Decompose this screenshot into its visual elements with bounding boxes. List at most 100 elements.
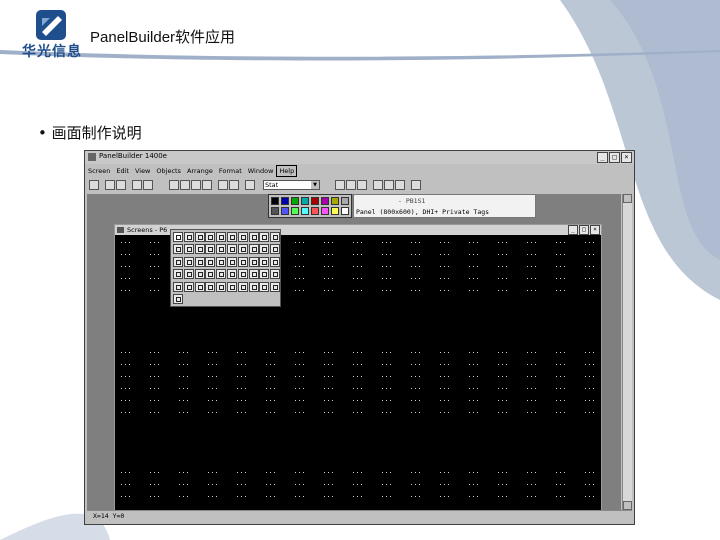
object-tool-icon[interactable] bbox=[227, 269, 237, 280]
color-swatch[interactable] bbox=[301, 207, 309, 215]
undo-icon[interactable] bbox=[218, 180, 228, 190]
color-swatch[interactable] bbox=[331, 197, 339, 205]
color-swatch[interactable] bbox=[291, 197, 299, 205]
object-tool-icon[interactable] bbox=[183, 256, 194, 267]
object-tool-icon[interactable] bbox=[183, 232, 194, 242]
chevron-down-icon[interactable]: ▼ bbox=[311, 181, 319, 189]
color-swatch[interactable] bbox=[341, 207, 349, 215]
object-tool-icon[interactable] bbox=[227, 281, 237, 292]
minimize-button[interactable]: _ bbox=[597, 152, 608, 163]
child-maximize-button[interactable]: □ bbox=[579, 225, 589, 235]
object-tool-icon[interactable] bbox=[270, 281, 281, 292]
object-tool-icon[interactable] bbox=[237, 256, 248, 267]
object-tool-icon[interactable] bbox=[216, 281, 227, 292]
menu-help[interactable]: Help bbox=[276, 165, 298, 177]
help-icon[interactable] bbox=[245, 180, 255, 190]
vertical-scrollbar[interactable] bbox=[622, 194, 632, 510]
redo-icon[interactable] bbox=[229, 180, 239, 190]
pointer-tool-icon[interactable] bbox=[173, 232, 183, 242]
object-tool-icon[interactable] bbox=[270, 232, 281, 242]
grid-icon[interactable] bbox=[357, 180, 367, 190]
object-tool-icon[interactable] bbox=[216, 244, 227, 255]
object-tool-icon[interactable] bbox=[270, 269, 281, 280]
paste-icon[interactable] bbox=[191, 180, 201, 190]
object-tool-icon[interactable] bbox=[173, 294, 183, 304]
object-tool-icon[interactable] bbox=[237, 269, 248, 280]
object-tool-icon[interactable] bbox=[216, 256, 227, 267]
object-tool-icon[interactable] bbox=[248, 244, 259, 255]
color-swatch[interactable] bbox=[271, 207, 279, 215]
object-tool-icon[interactable] bbox=[205, 269, 216, 280]
scroll-down-icon[interactable] bbox=[623, 501, 632, 510]
object-tool-icon[interactable] bbox=[205, 281, 216, 292]
object-tool-icon[interactable] bbox=[259, 269, 270, 280]
delete-icon[interactable] bbox=[202, 180, 212, 190]
object-tool-icon[interactable] bbox=[205, 256, 216, 267]
align-right-icon[interactable] bbox=[395, 180, 405, 190]
object-tool-icon[interactable] bbox=[183, 244, 194, 255]
object-tool-icon[interactable] bbox=[194, 256, 205, 267]
color-swatch[interactable] bbox=[321, 207, 329, 215]
object-tool-icon[interactable] bbox=[248, 256, 259, 267]
color-swatch[interactable] bbox=[301, 197, 309, 205]
color-swatch[interactable] bbox=[281, 197, 289, 205]
menu-view[interactable]: View bbox=[132, 165, 153, 177]
object-tool-icon[interactable] bbox=[259, 281, 270, 292]
color-swatch[interactable] bbox=[311, 207, 319, 215]
project-panel[interactable]: - PB1S1 Panel (800x600), DHI+ Private Ta… bbox=[353, 194, 536, 218]
save-icon[interactable] bbox=[116, 180, 126, 190]
menu-format[interactable]: Format bbox=[216, 165, 245, 177]
object-tool-icon[interactable] bbox=[237, 244, 248, 255]
align-left-icon[interactable] bbox=[373, 180, 383, 190]
close-button[interactable]: × bbox=[621, 152, 632, 163]
menu-objects[interactable]: Objects bbox=[153, 165, 184, 177]
object-tool-icon[interactable] bbox=[183, 269, 194, 280]
object-tool-icon[interactable] bbox=[237, 232, 248, 242]
preview-icon[interactable] bbox=[143, 180, 153, 190]
object-tool-icon[interactable] bbox=[183, 281, 194, 292]
object-tool-icon[interactable] bbox=[173, 269, 183, 280]
object-tool-icon[interactable] bbox=[194, 244, 205, 255]
object-tool-icon[interactable] bbox=[194, 232, 205, 242]
new-icon[interactable] bbox=[89, 180, 99, 190]
object-tool-icon[interactable] bbox=[173, 281, 183, 292]
copy-icon[interactable] bbox=[180, 180, 190, 190]
object-tool-icon[interactable] bbox=[205, 232, 216, 242]
object-tool-icon[interactable] bbox=[173, 256, 183, 267]
align-center-icon[interactable] bbox=[384, 180, 394, 190]
object-tool-icon[interactable] bbox=[248, 281, 259, 292]
object-tool-icon[interactable] bbox=[194, 281, 205, 292]
open-icon[interactable] bbox=[105, 180, 115, 190]
object-tool-icon[interactable] bbox=[237, 281, 248, 292]
menu-screen[interactable]: Screen bbox=[85, 165, 113, 177]
object-tool-icon[interactable] bbox=[259, 244, 270, 255]
color-swatch[interactable] bbox=[331, 207, 339, 215]
object-tool-icon[interactable] bbox=[216, 269, 227, 280]
object-tool-icon[interactable] bbox=[270, 244, 281, 255]
scroll-up-icon[interactable] bbox=[623, 194, 632, 203]
menu-arrange[interactable]: Arrange bbox=[184, 165, 216, 177]
menu-edit[interactable]: Edit bbox=[113, 165, 132, 177]
color-swatch[interactable] bbox=[321, 197, 329, 205]
object-tool-icon[interactable] bbox=[216, 232, 227, 242]
color-swatch[interactable] bbox=[341, 197, 349, 205]
color-swatch[interactable] bbox=[281, 207, 289, 215]
object-tool-icon[interactable] bbox=[248, 269, 259, 280]
cut-icon[interactable] bbox=[169, 180, 179, 190]
layout-icon[interactable] bbox=[411, 180, 421, 190]
zoom-out-icon[interactable] bbox=[346, 180, 356, 190]
object-tool-icon[interactable] bbox=[270, 256, 281, 267]
child-close-button[interactable]: × bbox=[590, 225, 600, 235]
color-swatch[interactable] bbox=[271, 197, 279, 205]
object-tool-icon[interactable] bbox=[194, 269, 205, 280]
menu-window[interactable]: Window bbox=[245, 165, 277, 177]
state-combo[interactable]: Stat ▼ bbox=[263, 180, 320, 190]
object-tool-icon[interactable] bbox=[227, 244, 237, 255]
maximize-button[interactable]: □ bbox=[609, 152, 620, 163]
print-icon[interactable] bbox=[132, 180, 142, 190]
object-tool-icon[interactable] bbox=[248, 232, 259, 242]
object-tool-icon[interactable] bbox=[227, 232, 237, 242]
app-titlebar[interactable]: PanelBuilder 1400e _ □ × bbox=[85, 151, 634, 164]
child-minimize-button[interactable]: _ bbox=[568, 225, 578, 235]
object-tool-icon[interactable] bbox=[259, 256, 270, 267]
